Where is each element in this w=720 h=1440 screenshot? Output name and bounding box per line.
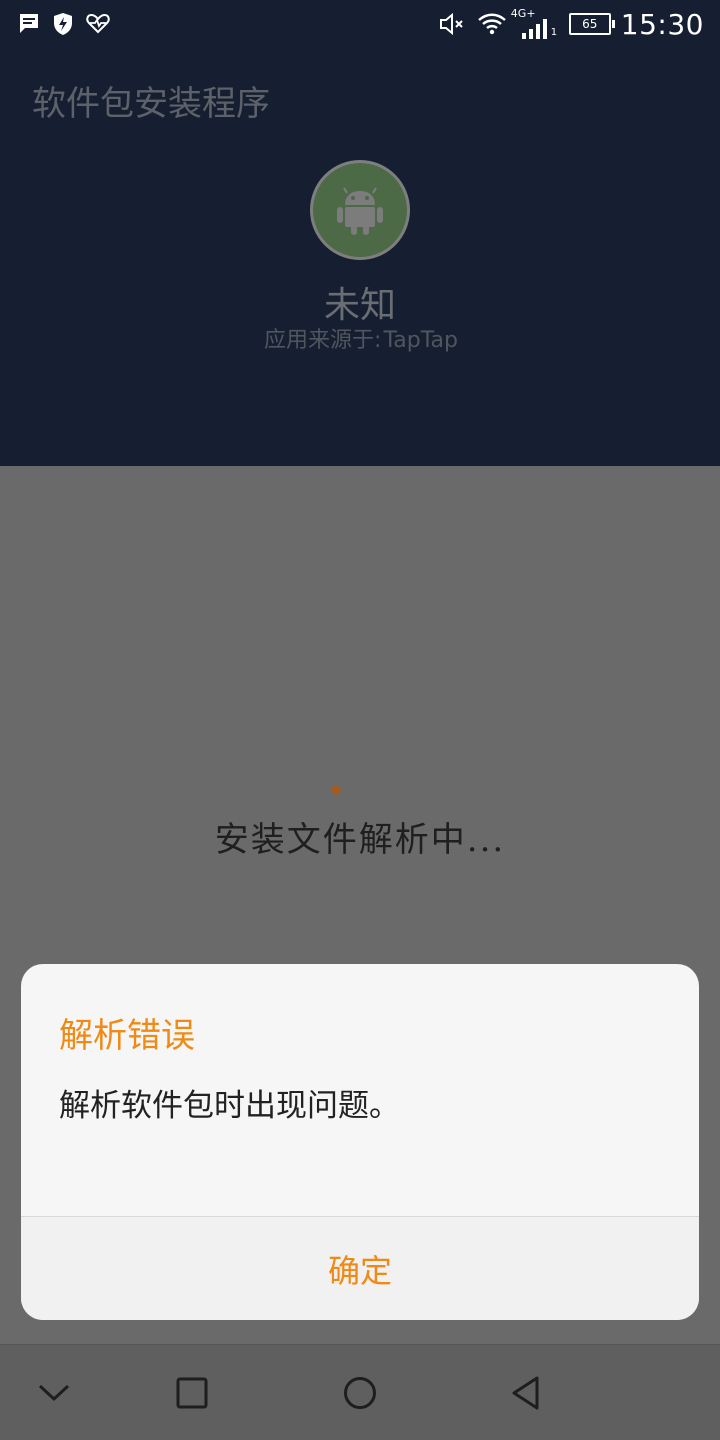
app-icon xyxy=(310,160,410,260)
sim-slot: 1 xyxy=(550,27,558,38)
shield-bolt-icon xyxy=(54,13,72,35)
android-icon xyxy=(337,187,383,235)
app-name: 未知 xyxy=(323,285,396,326)
app-source-label: 应用来源于: xyxy=(264,328,382,353)
installer-header: 软件包安装程序 未知 应用来源于:TapTap xyxy=(0,48,720,466)
navigation-bar xyxy=(0,1344,720,1440)
loading-indicator xyxy=(330,784,342,796)
battery-level: 65 xyxy=(582,17,598,31)
mute-icon xyxy=(439,12,463,36)
battery-icon: 65 xyxy=(568,13,615,35)
app-source-value: TapTap xyxy=(383,328,458,353)
heart-pulse-icon xyxy=(86,13,110,34)
signal-icon xyxy=(521,19,547,39)
wifi-icon xyxy=(478,13,506,35)
message-icon xyxy=(20,14,38,33)
page-title: 软件包安装程序 xyxy=(32,84,270,124)
notification-icons xyxy=(18,12,110,36)
recents-icon xyxy=(176,1377,208,1409)
signal-group: 4G+ 1 xyxy=(511,7,559,39)
nav-recents-button[interactable] xyxy=(172,1373,212,1413)
app-source: 应用来源于:TapTap xyxy=(0,322,720,354)
chevron-down-icon xyxy=(38,1384,70,1402)
system-icons: 4G+ 1 65 15:30 xyxy=(439,6,704,42)
screen: 4G+ 1 65 15:30 软件包安装程序 未知 应用来源于:TapTap 安… xyxy=(0,0,720,1440)
nav-collapse-button[interactable] xyxy=(34,1373,74,1413)
confirm-button[interactable]: 确定 xyxy=(21,1217,699,1320)
dialog-title: 解析错误 xyxy=(59,1016,195,1056)
clock: 15:30 xyxy=(620,7,704,41)
parse-error-dialog: 解析错误 解析软件包时出现问题。 确定 xyxy=(21,964,699,1320)
dialog-message: 解析软件包时出现问题。 xyxy=(59,1088,400,1124)
status-bar: 4G+ 1 65 15:30 xyxy=(0,0,720,48)
nav-back-button[interactable] xyxy=(506,1373,546,1413)
parsing-status-text: 安装文件解析中... xyxy=(214,820,506,860)
nav-home-button[interactable] xyxy=(340,1373,380,1413)
home-icon xyxy=(344,1377,376,1409)
back-icon xyxy=(512,1376,539,1410)
